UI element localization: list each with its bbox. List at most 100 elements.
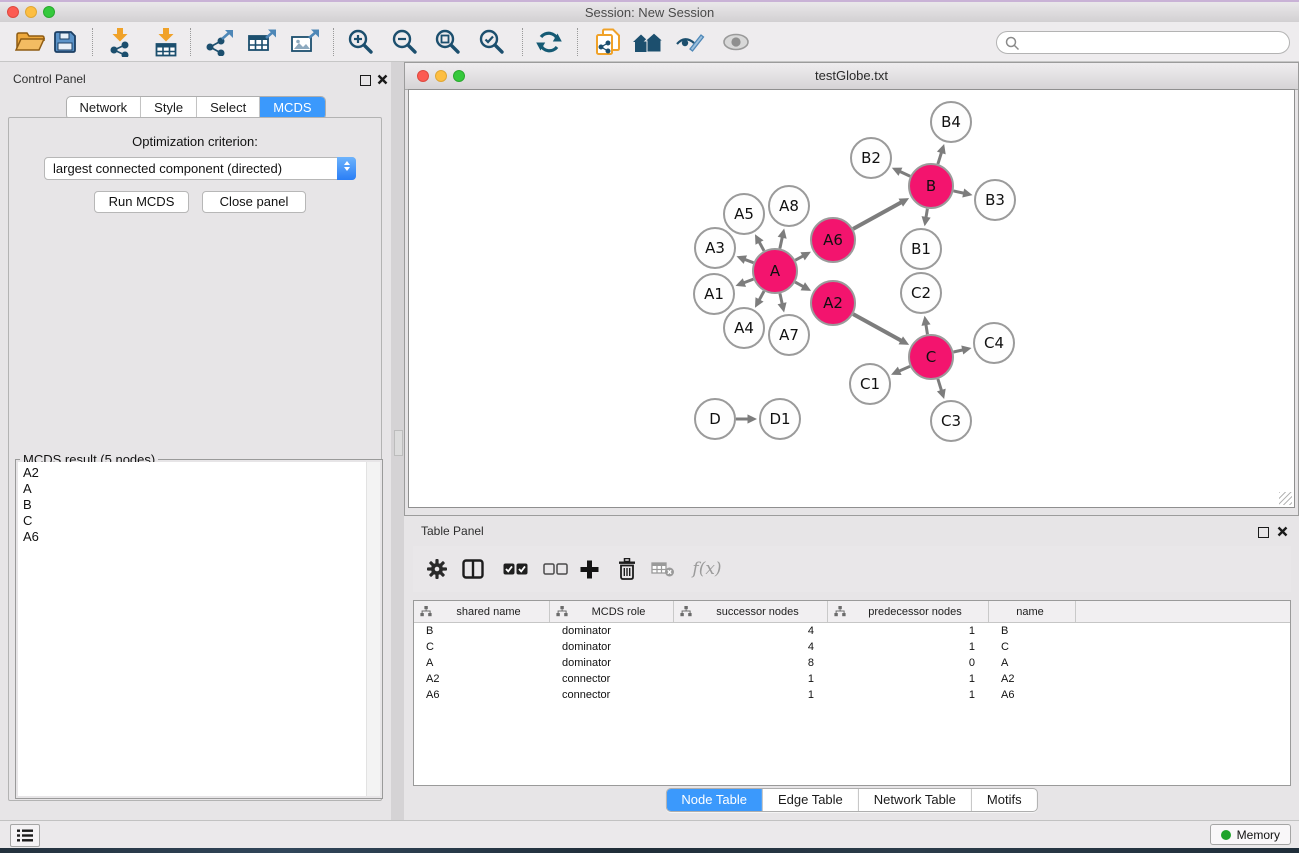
graph-node-B2[interactable]: B2 (851, 138, 891, 178)
zoom-out-button[interactable] (387, 25, 423, 59)
graph-node-A4[interactable]: A4 (724, 308, 764, 348)
export-image-button[interactable] (287, 25, 323, 59)
delete-column-button[interactable] (611, 553, 643, 585)
tab-node-table[interactable]: Node Table (666, 789, 762, 811)
result-item-a6[interactable]: A6 (18, 529, 380, 545)
cell-shared-name[interactable]: A2 (414, 671, 550, 687)
float-table-panel-icon[interactable] (1258, 527, 1269, 538)
close-table-panel-icon[interactable] (1277, 526, 1288, 537)
hide-selected-button[interactable] (672, 25, 708, 59)
tab-motifs[interactable]: Motifs (971, 789, 1037, 811)
graph-node-C3[interactable]: C3 (931, 401, 971, 441)
refresh-button[interactable] (531, 25, 567, 59)
cell-predecessor-nodes[interactable]: 0 (828, 655, 989, 671)
result-item-a[interactable]: A (18, 481, 380, 497)
graph-node-A3[interactable]: A3 (695, 228, 735, 268)
tab-select[interactable]: Select (196, 97, 259, 119)
export-table-button[interactable] (244, 25, 280, 59)
column-header-predecessor-nodes[interactable]: predecessor nodes (828, 601, 989, 622)
result-scrollbar[interactable] (366, 462, 380, 796)
tab-edge-table[interactable]: Edge Table (762, 789, 858, 811)
network-canvas[interactable]: B4B2BB3A8A5A6A3B1AA1C2A2A4A7C4CC1C3DD1 (408, 89, 1295, 508)
graph-node-C4[interactable]: C4 (974, 323, 1014, 363)
close-panel-icon[interactable] (377, 74, 388, 85)
select-all-columns-button[interactable] (499, 553, 531, 585)
cell-predecessor-nodes[interactable]: 1 (828, 671, 989, 687)
table-row-a[interactable]: Adominator80A (414, 655, 1290, 671)
tab-mcds[interactable]: MCDS (259, 97, 324, 119)
zoom-in-button[interactable] (343, 25, 379, 59)
tab-network[interactable]: Network (66, 97, 140, 119)
vertical-split-handle[interactable] (394, 430, 403, 456)
graph-node-B4[interactable]: B4 (931, 102, 971, 142)
cell-mcds-role[interactable]: dominator (550, 639, 674, 655)
graph-node-B1[interactable]: B1 (901, 229, 941, 269)
import-table-button[interactable] (148, 25, 184, 59)
table-row-c[interactable]: Cdominator41C (414, 639, 1290, 655)
cell-predecessor-nodes[interactable]: 1 (828, 639, 989, 655)
cell-mcds-role[interactable]: connector (550, 687, 674, 703)
graph-node-C2[interactable]: C2 (901, 273, 941, 313)
cell-successor-nodes[interactable]: 4 (674, 639, 828, 655)
add-column-button[interactable] (573, 553, 605, 585)
task-history-button[interactable] (10, 824, 40, 847)
cell-name[interactable]: C (989, 639, 1076, 655)
split-view-button[interactable] (457, 553, 489, 585)
graph-node-A7[interactable]: A7 (769, 315, 809, 355)
copy-network-view-button[interactable] (590, 25, 626, 59)
home-layout-button[interactable] (630, 25, 666, 59)
graph-node-A2[interactable]: A2 (811, 281, 855, 325)
cell-successor-nodes[interactable]: 8 (674, 655, 828, 671)
mcds-result-list[interactable]: A2ABCA6 (18, 462, 380, 796)
graph-node-D1[interactable]: D1 (760, 399, 800, 439)
table-settings-button[interactable] (421, 553, 453, 585)
table-row-a6[interactable]: A6connector11A6 (414, 687, 1290, 703)
table-row-a2[interactable]: A2connector11A2 (414, 671, 1290, 687)
graph-node-D[interactable]: D (695, 399, 735, 439)
result-item-a2[interactable]: A2 (18, 465, 380, 481)
zoom-selected-button[interactable] (474, 25, 510, 59)
graph-node-C[interactable]: C (909, 335, 953, 379)
cell-shared-name[interactable]: C (414, 639, 550, 655)
graph-node-A[interactable]: A (753, 249, 797, 293)
graph-node-B3[interactable]: B3 (975, 180, 1015, 220)
float-panel-icon[interactable] (360, 75, 371, 86)
cell-successor-nodes[interactable]: 4 (674, 623, 828, 639)
cell-name[interactable]: A2 (989, 671, 1076, 687)
cell-predecessor-nodes[interactable]: 1 (828, 623, 989, 639)
cell-shared-name[interactable]: B (414, 623, 550, 639)
column-header-successor-nodes[interactable]: successor nodes (674, 601, 828, 622)
resize-grip-icon[interactable] (1279, 492, 1292, 505)
graph-node-A6[interactable]: A6 (811, 218, 855, 262)
criterion-dropdown[interactable]: largest connected component (directed) (44, 157, 356, 180)
column-header-mcds-role[interactable]: MCDS role (550, 601, 674, 622)
column-header-name[interactable]: name (989, 601, 1076, 622)
graph-node-A5[interactable]: A5 (724, 194, 764, 234)
graph-node-A8[interactable]: A8 (769, 186, 809, 226)
memory-button[interactable]: Memory (1210, 824, 1291, 845)
function-builder-button[interactable]: f(x) (685, 553, 729, 585)
save-session-button[interactable] (47, 25, 83, 59)
show-all-button[interactable] (718, 25, 754, 59)
cell-shared-name[interactable]: A (414, 655, 550, 671)
graph-node-A1[interactable]: A1 (694, 274, 734, 314)
cell-shared-name[interactable]: A6 (414, 687, 550, 703)
import-network-button[interactable] (102, 25, 138, 59)
cell-mcds-role[interactable]: dominator (550, 623, 674, 639)
cell-name[interactable]: B (989, 623, 1076, 639)
zoom-fit-button[interactable] (430, 25, 466, 59)
search-input[interactable] (1023, 33, 1285, 54)
delete-table-button[interactable] (647, 553, 679, 585)
result-item-b[interactable]: B (18, 497, 380, 513)
tab-network-table[interactable]: Network Table (858, 789, 971, 811)
result-item-c[interactable]: C (18, 513, 380, 529)
close-panel-button[interactable]: Close panel (202, 191, 306, 213)
open-session-button[interactable] (12, 25, 48, 59)
deselect-all-columns-button[interactable] (539, 553, 571, 585)
cell-successor-nodes[interactable]: 1 (674, 671, 828, 687)
cell-mcds-role[interactable]: dominator (550, 655, 674, 671)
cell-predecessor-nodes[interactable]: 1 (828, 687, 989, 703)
table-row-b[interactable]: Bdominator41B (414, 623, 1290, 639)
cell-mcds-role[interactable]: connector (550, 671, 674, 687)
graph-node-B[interactable]: B (909, 164, 953, 208)
